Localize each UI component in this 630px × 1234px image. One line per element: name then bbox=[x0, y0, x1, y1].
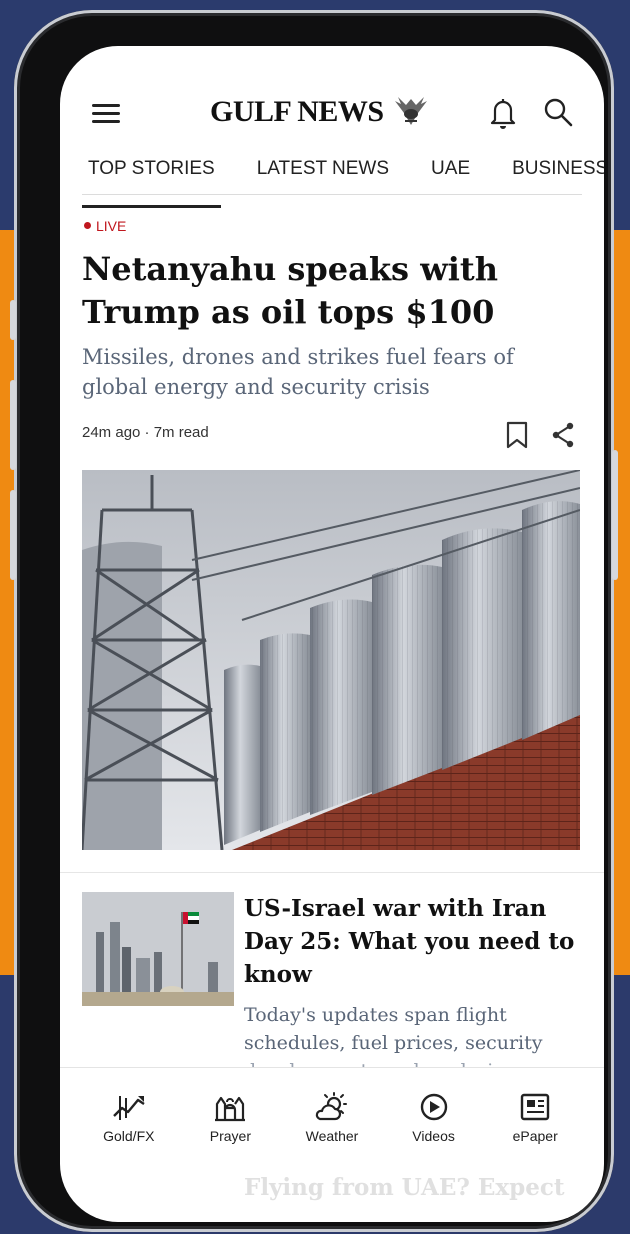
power-button bbox=[612, 450, 618, 580]
nav-weather-label: Weather bbox=[305, 1128, 359, 1144]
prayer-icon bbox=[215, 1096, 246, 1122]
app-header: GULF NEWS TOP STORIES LATEST NEWS UAE BU… bbox=[60, 46, 604, 208]
share-icon[interactable] bbox=[550, 420, 576, 450]
search-icon[interactable] bbox=[542, 96, 574, 128]
story2-summary: Today's updates span flight schedules, f… bbox=[244, 1004, 543, 1054]
abu-dhabi-skyline-photo bbox=[82, 892, 234, 1006]
live-badge: LIVE bbox=[84, 218, 126, 234]
play-icon bbox=[420, 1093, 447, 1121]
story2-headline[interactable]: US-Israel war with Iran Day 25: What you… bbox=[244, 892, 592, 991]
live-dot-icon bbox=[84, 222, 91, 229]
story2-thumbnail[interactable] bbox=[82, 892, 234, 1006]
volume-down-button bbox=[10, 490, 16, 580]
nav-videos-label: Videos bbox=[412, 1128, 455, 1144]
bookmark-icon[interactable] bbox=[504, 420, 530, 450]
phone-frame: GULF NEWS TOP STORIES LATEST NEWS UAE BU… bbox=[10, 10, 618, 1232]
nav-gold-fx[interactable]: Gold/FX bbox=[84, 1068, 174, 1157]
mute-switch bbox=[10, 300, 16, 340]
gold-fx-icon bbox=[112, 1096, 145, 1120]
nav-prayer[interactable]: Prayer bbox=[185, 1068, 275, 1157]
nav-epaper-label: ePaper bbox=[512, 1128, 558, 1144]
story-divider bbox=[60, 872, 604, 873]
story3-headline-faded[interactable]: Flying from UAE? Expect bbox=[244, 1174, 584, 1201]
epaper-icon bbox=[520, 1093, 550, 1121]
logo-text: GULF NEWS bbox=[210, 95, 384, 128]
lead-headline[interactable]: Netanyahu speaks with Trump as oil tops … bbox=[82, 248, 572, 334]
app-screen: GULF NEWS TOP STORIES LATEST NEWS UAE BU… bbox=[60, 46, 604, 1222]
tab-latest-news[interactable]: LATEST NEWS bbox=[251, 154, 395, 196]
notifications-bell-icon[interactable] bbox=[488, 96, 518, 130]
nav-epaper[interactable]: ePaper bbox=[490, 1068, 580, 1157]
story2-summary-cut: developments and analysis bbox=[244, 1057, 574, 1067]
tab-top-stories[interactable]: TOP STORIES bbox=[82, 154, 221, 208]
nav-gold-fx-label: Gold/FX bbox=[103, 1128, 155, 1144]
nav-videos[interactable]: Videos bbox=[389, 1068, 479, 1157]
bottom-navigation: Gold/FX Prayer Weather Videos ePaper bbox=[60, 1067, 604, 1157]
lead-subhead: Missiles, drones and strikes fuel fears … bbox=[82, 345, 514, 399]
hamburger-menu-icon[interactable] bbox=[92, 104, 120, 124]
live-label: LIVE bbox=[96, 218, 127, 234]
tab-business[interactable]: BUSINESS bbox=[506, 154, 604, 196]
weather-icon bbox=[315, 1092, 347, 1121]
tabs-divider bbox=[82, 194, 582, 195]
nav-prayer-label: Prayer bbox=[209, 1128, 251, 1144]
falcon-emblem-icon bbox=[394, 97, 427, 125]
oil-storage-tanks-photo bbox=[82, 470, 580, 850]
lead-hero-image[interactable] bbox=[82, 470, 580, 850]
lead-meta: 24m ago · 7m read bbox=[82, 424, 209, 441]
volume-up-button bbox=[10, 380, 16, 470]
gulf-news-logo[interactable]: GULF NEWS bbox=[210, 92, 430, 132]
tab-uae[interactable]: UAE bbox=[425, 154, 476, 196]
nav-weather[interactable]: Weather bbox=[287, 1068, 377, 1157]
section-tabs: TOP STORIES LATEST NEWS UAE BUSINESS bbox=[82, 154, 604, 208]
